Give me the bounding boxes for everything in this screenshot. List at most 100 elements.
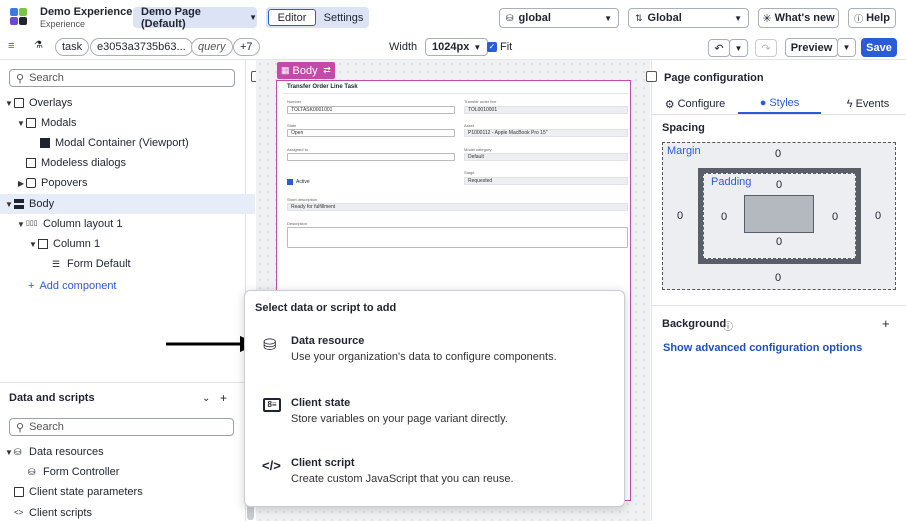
help-button[interactable]: ⓘ Help	[848, 8, 896, 28]
chevron-down-icon: ▼	[473, 42, 482, 52]
option-client-script[interactable]: </> Client script Create custom JavaScri…	[245, 451, 624, 503]
tree-item-body[interactable]: ▼ Body	[0, 194, 255, 214]
padding-bottom-value[interactable]: 0	[776, 236, 782, 248]
tree-item-modal-container[interactable]: Modal Container (Viewport)	[40, 133, 189, 153]
tab-styles[interactable]: ● Styles	[738, 94, 821, 114]
fit-checkbox[interactable]: ✓	[487, 42, 497, 52]
margin-box: Margin 0 0 0 0 Padding 0 0 0 0	[662, 142, 896, 290]
tab-configure[interactable]: ⚙ Configure	[664, 94, 726, 114]
padding-left-value[interactable]: 0	[721, 211, 727, 223]
database-icon: ⛁	[14, 447, 22, 457]
field-label: Number	[287, 99, 302, 104]
width-select[interactable]: 1024px ▼	[425, 38, 489, 56]
background-title: Background	[662, 318, 727, 330]
tree-item-data-resources[interactable]: ▼ ⛁ Data resources	[4, 442, 104, 462]
description-textarea[interactable]	[287, 227, 628, 248]
caret-down-icon[interactable]: ▼	[4, 200, 14, 209]
tree-item-label: Column 1	[53, 238, 101, 250]
margin-right-value[interactable]: 0	[875, 210, 881, 222]
divider	[0, 382, 246, 383]
short-description-field[interactable]: Ready for fulfillment	[287, 203, 628, 211]
scope-select[interactable]: ⛁ global ▼	[499, 8, 619, 28]
tree-search-input[interactable]: ⚲ Search	[9, 69, 235, 87]
tree-item-client-scripts[interactable]: <> Client scripts	[14, 503, 92, 521]
menu-icon[interactable]: ≡	[8, 40, 14, 52]
container-icon	[40, 138, 50, 148]
add-component-label: Add component	[39, 280, 117, 292]
caret-down-icon[interactable]: ▼	[28, 240, 38, 249]
active-checkbox[interactable]	[287, 179, 293, 185]
model-category-field[interactable]: Default	[464, 153, 628, 161]
tab-settings[interactable]: Settings	[320, 9, 367, 26]
language-select[interactable]: ⇅ Global ▼	[628, 8, 749, 28]
caret-down-icon[interactable]: ▼	[16, 220, 26, 229]
margin-bottom-value[interactable]: 0	[775, 272, 781, 284]
fit-label: Fit	[500, 41, 513, 53]
undo-button[interactable]: ↶	[708, 39, 730, 57]
page-selector-label: Demo Page (Default)	[141, 5, 201, 30]
caret-down-icon[interactable]: ▼	[16, 119, 26, 128]
tree-item-modeless-dialogs[interactable]: Modeless dialogs	[26, 153, 126, 173]
asset-field[interactable]: P1000112 - Apple MacBook Pro 15"	[464, 129, 628, 137]
tree-item-column-1[interactable]: ▼ Column 1	[28, 234, 100, 254]
chip-query[interactable]: query	[191, 38, 233, 56]
chip-task[interactable]: task	[55, 38, 90, 56]
flask-icon[interactable]: ⚗	[34, 40, 43, 51]
chip-more[interactable]: +7	[233, 38, 260, 56]
page-selector[interactable]: Demo Page (Default) ▼	[133, 5, 257, 30]
stage-field[interactable]: Requested	[464, 177, 628, 185]
redo-button[interactable]: ↷	[755, 39, 777, 57]
data-scripts-title: Data and scripts	[9, 392, 95, 404]
transfer-order-line-field[interactable]: TOL0010001	[464, 106, 628, 114]
add-component-link[interactable]: + Add component	[28, 276, 117, 296]
divider	[652, 305, 906, 306]
padding-box: Padding 0 0 0 0	[698, 168, 861, 264]
tree-item-modals[interactable]: ▼ Modals	[16, 113, 76, 133]
whats-new-button[interactable]: ✳ What's new	[758, 8, 839, 28]
state-select[interactable]: Open	[287, 129, 455, 137]
field-label: Transfer order line	[464, 99, 497, 104]
language-select-value: Global	[647, 12, 682, 24]
chevron-down-icon: ▼	[249, 13, 257, 22]
database-icon: ⛁	[28, 467, 36, 477]
add-background-icon[interactable]: +	[882, 316, 890, 331]
tree-item-form-default[interactable]: ☰ Form Default	[52, 254, 131, 274]
spacing-title: Spacing	[662, 122, 705, 134]
caret-down-icon[interactable]: ▼	[4, 448, 14, 457]
collapse-right-icon[interactable]	[646, 71, 657, 82]
tree-item-popovers[interactable]: ▶ Popovers	[16, 173, 88, 193]
assigned-to-field[interactable]	[287, 153, 455, 161]
advanced-config-link[interactable]: Show advanced configuration options	[663, 342, 862, 354]
tab-editor[interactable]: Editor	[268, 9, 316, 26]
save-button[interactable]: Save	[861, 38, 897, 57]
tree-item-label: Modal Container (Viewport)	[55, 137, 189, 149]
chip-sysid[interactable]: e3053a3735b63...	[90, 38, 193, 56]
info-icon[interactable]: ⓘ	[723, 318, 733, 333]
caret-down-icon[interactable]: ▼	[4, 99, 14, 108]
chevron-down-icon[interactable]: ⌄	[202, 393, 210, 404]
chip-more-label: +7	[240, 41, 253, 53]
padding-right-value[interactable]: 0	[832, 211, 838, 223]
body-tag[interactable]: ▦ Body	[277, 62, 322, 79]
tree-item-client-state[interactable]: Client state parameters	[14, 482, 143, 502]
padding-top-value[interactable]: 0	[776, 179, 782, 191]
padding-inner: Padding 0 0 0 0	[703, 173, 856, 259]
undo-menu-button[interactable]: ▼	[729, 39, 748, 57]
add-data-icon[interactable]: +	[220, 391, 227, 405]
field-label: Description	[287, 221, 308, 226]
tab-events[interactable]: ϟ Events	[838, 94, 898, 114]
tree-item-form-controller[interactable]: ⛁ Form Controller	[28, 462, 119, 482]
caret-right-icon[interactable]: ▶	[16, 179, 26, 188]
number-field[interactable]: TOLTASK0001001	[287, 106, 455, 114]
margin-top-value[interactable]: 0	[775, 148, 781, 160]
option-data-resource[interactable]: ⛁ Data resource Use your organization's …	[245, 327, 624, 379]
preview-button[interactable]: Preview	[785, 38, 838, 57]
tree-item-column-layout[interactable]: ▼ ▯▯▯ Column layout 1	[16, 214, 122, 234]
option-client-state[interactable]: 8≡ Client state Store variables on your …	[245, 389, 624, 441]
margin-left-value[interactable]: 0	[677, 210, 683, 222]
tree-item-overlays[interactable]: ▼ Overlays	[4, 93, 72, 113]
data-search-input[interactable]: ⚲ Search	[9, 418, 234, 436]
body-tag-link-icon[interactable]: ⇄	[319, 62, 335, 79]
column-icon	[38, 239, 48, 249]
preview-menu-button[interactable]: ▼	[837, 38, 856, 57]
